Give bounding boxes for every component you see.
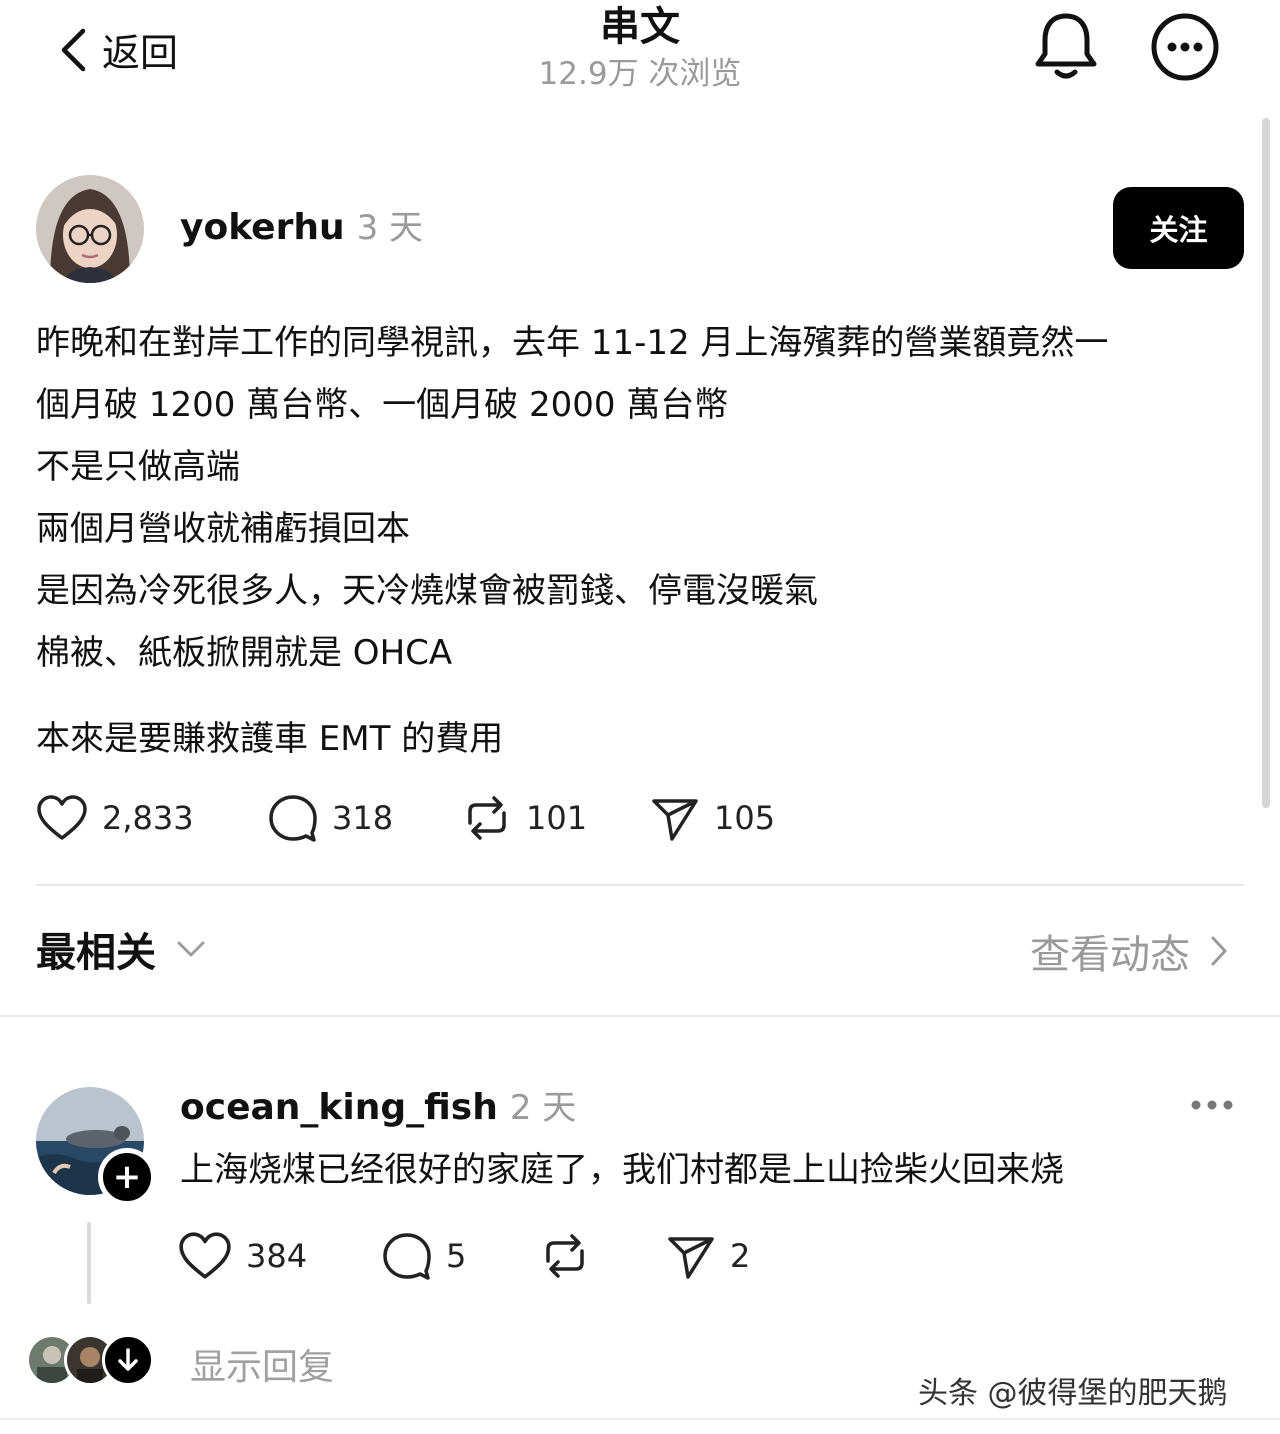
- back-button[interactable]: 返回: [58, 22, 178, 77]
- comment-bubble-icon: [269, 795, 317, 842]
- bell-icon[interactable]: [1032, 10, 1100, 82]
- sort-label: 最相关: [36, 930, 156, 976]
- post-line: 是因為冷死很多人，天冷燒煤會被罰錢、停電沒暖氣: [36, 571, 818, 611]
- comment-button[interactable]: 318: [268, 793, 462, 843]
- page-title: 串文: [600, 4, 680, 50]
- comment-time: 2 天: [509, 1088, 577, 1128]
- reply-avatars[interactable]: [26, 1334, 154, 1386]
- chevron-right-icon: [1211, 936, 1227, 966]
- post-line: 個月破 1200 萬台幣、一個月破 2000 萬台幣: [36, 385, 729, 425]
- watermark: 头条 @彼得堡的肥天鹅: [918, 1376, 1228, 1411]
- title-block: 串文 12.9万 次浏览: [440, 4, 840, 96]
- share-count: 105: [714, 799, 776, 837]
- top-bar: 返回 串文 12.9万 次浏览: [0, 0, 1280, 110]
- post-actions: 2,833 318 101 105: [36, 786, 775, 850]
- post-time: 3 天: [356, 208, 424, 248]
- comment-author[interactable]: ocean_king_fish: [180, 1087, 498, 1128]
- comment-share-count: 2: [730, 1237, 751, 1275]
- arrow-down-icon: [102, 1334, 154, 1386]
- comment-bubble-icon: [383, 1233, 431, 1280]
- comment-reply-button[interactable]: 5: [382, 1231, 540, 1281]
- show-replies-link[interactable]: 显示回复: [190, 1338, 334, 1390]
- send-icon: [668, 1237, 714, 1279]
- comment-like-button[interactable]: 384: [178, 1231, 382, 1281]
- view-activity-link[interactable]: 查看动态: [1030, 922, 1228, 980]
- author-row: yokerhu 3 天: [180, 200, 423, 249]
- divider: [0, 1418, 1280, 1420]
- post-line: 兩個月營收就補虧損回本: [36, 509, 410, 549]
- comment-text: 上海烧煤已经很好的家庭了，我们村都是上山捡柴火回来烧: [180, 1150, 1064, 1190]
- heart-icon: [179, 1232, 231, 1279]
- follow-button[interactable]: 关注: [1113, 187, 1244, 269]
- comment-reply-count: 5: [446, 1237, 467, 1275]
- author-avatar[interactable]: [36, 175, 144, 283]
- activity-label: 查看动态: [1030, 932, 1190, 978]
- back-label: 返回: [102, 31, 179, 75]
- post-text: 昨晚和在對岸工作的同學視訊，去年 11-12 月上海殯葬的營業額竟然一 個月破 …: [36, 312, 1236, 770]
- share-button[interactable]: 105: [650, 793, 775, 843]
- post-line: 棉被、紙板掀開就是 OHCA: [36, 633, 453, 673]
- repost-icon: [546, 1234, 584, 1278]
- chevron-down-icon: [177, 941, 205, 957]
- divider: [0, 1015, 1280, 1017]
- sort-dropdown[interactable]: 最相关: [36, 920, 206, 978]
- view-count: 12.9万 次浏览: [538, 56, 742, 92]
- comment-share-button[interactable]: 2: [666, 1231, 750, 1281]
- like-count: 2,833: [102, 799, 194, 837]
- more-dots-icon[interactable]: [1188, 1088, 1236, 1122]
- comment-actions: 384 5 2: [178, 1224, 750, 1288]
- author-name[interactable]: yokerhu: [180, 207, 345, 248]
- follow-plus-button[interactable]: +: [98, 1148, 156, 1206]
- more-circle-icon[interactable]: [1150, 12, 1220, 82]
- post-line: 不是只做高端: [36, 447, 240, 487]
- comment-repost-button[interactable]: [540, 1231, 666, 1281]
- heart-icon: [37, 795, 87, 840]
- scrollbar[interactable]: [1262, 118, 1270, 808]
- comment-count: 318: [332, 799, 394, 837]
- thread-line: [87, 1222, 91, 1304]
- send-icon: [652, 799, 698, 841]
- comment-author-row: ocean_king_fish 2 天: [180, 1080, 576, 1129]
- divider: [36, 884, 1244, 886]
- post-line: 本來是要賺救護車 EMT 的費用: [36, 719, 504, 759]
- repost-button[interactable]: 101: [462, 793, 650, 843]
- post-line: 昨晚和在對岸工作的同學視訊，去年 11-12 月上海殯葬的營業額竟然一: [36, 323, 1109, 363]
- repost-count: 101: [526, 799, 588, 837]
- chevron-left-icon: [61, 28, 86, 71]
- repost-icon: [468, 796, 506, 840]
- comment-like-count: 384: [246, 1237, 308, 1275]
- like-button[interactable]: 2,833: [36, 794, 268, 842]
